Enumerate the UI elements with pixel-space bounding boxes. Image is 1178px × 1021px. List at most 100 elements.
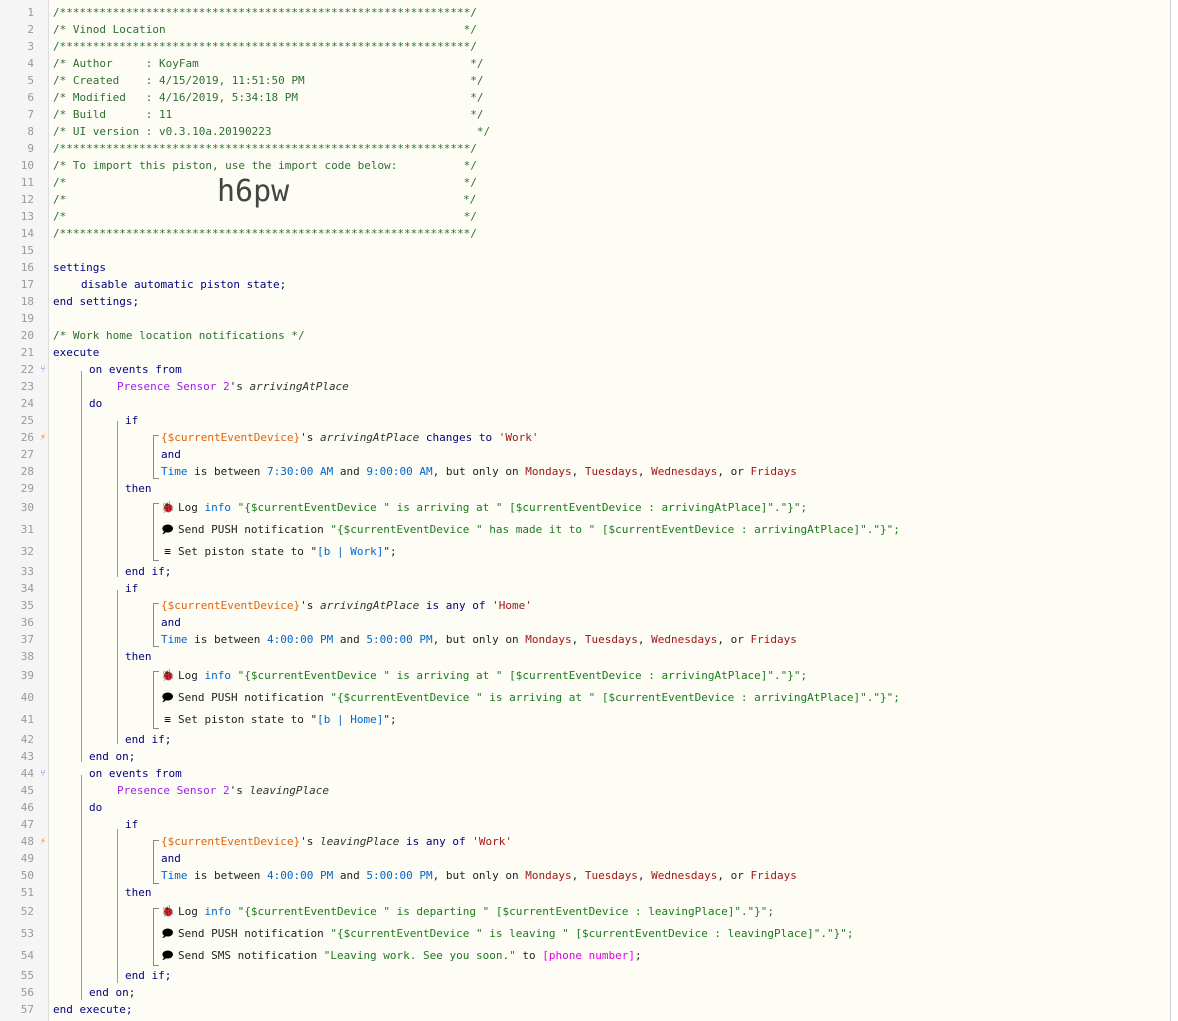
action-bracket (153, 908, 159, 966)
day-wednesday: Wednesdays (651, 633, 718, 646)
section-comment: /* Work home location notifications */ (53, 329, 305, 342)
code-line: 47 if (0, 816, 1170, 833)
time-label[interactable]: Time (161, 633, 188, 646)
line-number: 4 (27, 57, 34, 70)
code-line: 26 ⚡ {$currentEventDevice}'s arrivingAtPla… (0, 429, 1170, 446)
time-label[interactable]: Time (161, 869, 188, 882)
modified-comment: /* Modified : 4/16/2019, 5:34:18 PM */ (53, 91, 484, 104)
and-operator[interactable]: and (161, 850, 181, 867)
code-line: 21 execute (0, 344, 1170, 361)
day-tuesday: Tuesdays (584, 465, 638, 478)
line-number: 56 (20, 986, 34, 999)
and-operator[interactable]: and (161, 446, 181, 463)
line-number: 25 (20, 414, 34, 427)
and-operator[interactable]: and (161, 614, 181, 631)
set-state-statement[interactable]: Set piston state to " (178, 713, 317, 726)
on-events-keyword[interactable]: on events from (89, 361, 182, 378)
end-if-keyword: end if; (125, 969, 172, 982)
set-state-statement[interactable]: Set piston state to " (178, 545, 317, 558)
line-number: 27 (20, 448, 34, 461)
code-line: 54 🗩 Send SMS notification "Leaving work. … (0, 945, 1170, 967)
time-label[interactable]: Time (161, 465, 188, 478)
day-wednesday: Wednesdays (651, 869, 718, 882)
log-statement[interactable]: Log (178, 905, 205, 918)
push-statement[interactable]: Send PUSH notification (178, 691, 330, 704)
code-line: 17 disable automatic piston state; (0, 276, 1170, 293)
log-message: "{$currentEventDevice " is arriving at "… (237, 669, 808, 682)
line-number: 23 (20, 380, 34, 393)
code-line: 23 Presence Sensor 2's arrivingAtPlace (0, 378, 1170, 395)
code-line: 19 (0, 310, 1170, 327)
ui-version-comment: /* UI version : v0.3.10a.20190223 */ (53, 125, 491, 138)
then-keyword: then (125, 650, 152, 663)
condition-operator: is any of (399, 835, 473, 848)
execute-keyword[interactable]: execute (53, 344, 99, 361)
trigger-bolt-icon[interactable]: ⚡ (38, 429, 48, 446)
log-statement[interactable]: Log (178, 669, 205, 682)
nesting-guide (117, 590, 118, 744)
settings-keyword[interactable]: settings (53, 259, 106, 276)
header-comment: /***************************************… (53, 40, 477, 53)
header-comment: /***************************************… (53, 142, 477, 155)
code-line: 40 🗩 Send PUSH notification "{$currentEven… (0, 687, 1170, 709)
code-line: 34 if (0, 580, 1170, 597)
code-line: 39 🐞 Log info "{$currentEventDevice " is a… (0, 665, 1170, 687)
line-number: 38 (20, 650, 34, 663)
code-line: 44 ⑂ on events from (0, 765, 1170, 782)
code-line: 57 end execute; (0, 1001, 1170, 1018)
day-monday: Mondays (525, 869, 572, 882)
line-number: 20 (20, 329, 34, 342)
line-number: 40 (20, 691, 34, 704)
device-name[interactable]: Presence Sensor 2 (117, 380, 230, 393)
code-line: 6 /* Modified : 4/16/2019, 5:34:18 PM */ (0, 89, 1170, 106)
time-start: 7:30:00 AM (266, 465, 334, 478)
between-text: is between (187, 869, 267, 882)
condition-value: 'Home' (492, 599, 532, 612)
push-message: "{$currentEventDevice " is leaving " [$c… (330, 927, 854, 940)
header-comment: /* */ (53, 210, 477, 223)
code-line: 24 do (0, 395, 1170, 412)
if-keyword[interactable]: if (125, 580, 138, 597)
settings-statement[interactable]: disable automatic piston state; (81, 276, 286, 293)
header-comment: /***************************************… (53, 6, 477, 19)
message-icon: 🗩 (161, 949, 174, 962)
code-line: 13 /* */ (0, 208, 1170, 225)
line-number: 49 (20, 852, 34, 865)
current-event-device[interactable]: {$currentEventDevice} (161, 835, 300, 848)
branch-icon[interactable]: ⑂ (38, 765, 48, 782)
day-friday: Fridays (750, 869, 797, 882)
current-event-device[interactable]: {$currentEventDevice} (161, 431, 300, 444)
line-number: 35 (20, 599, 34, 612)
if-keyword[interactable]: if (125, 412, 138, 429)
condition-bracket (153, 435, 159, 479)
sep: , (637, 633, 652, 646)
trigger-bolt-icon[interactable]: ⚡ (38, 833, 48, 850)
push-statement[interactable]: Send PUSH notification (178, 927, 330, 940)
branch-icon[interactable]: ⑂ (38, 361, 48, 378)
log-statement[interactable]: Log (178, 501, 205, 514)
time-end: 5:00:00 PM (366, 869, 433, 882)
import-code[interactable]: h6pw (217, 177, 289, 207)
on-events-keyword[interactable]: on events from (89, 765, 182, 782)
line-number: 53 (20, 927, 34, 940)
do-keyword: do (89, 801, 103, 814)
log-message: "{$currentEventDevice " is departing " [… (237, 905, 775, 918)
bug-icon: 🐞 (161, 669, 175, 682)
code-line: 27 and (0, 446, 1170, 463)
nesting-guide (117, 421, 118, 577)
code-line: 2 /* Vinod Location */ (0, 21, 1170, 38)
current-event-device[interactable]: {$currentEventDevice} (161, 599, 300, 612)
condition-bracket (153, 840, 159, 884)
if-keyword[interactable]: if (125, 816, 138, 833)
piston-name-comment: /* Vinod Location */ (53, 23, 477, 36)
but-only-text: , but only on (432, 465, 526, 478)
line-number: 39 (20, 669, 34, 682)
created-comment: /* Created : 4/15/2019, 11:51:50 PM */ (53, 74, 484, 87)
line-number: 8 (27, 125, 34, 138)
sms-statement[interactable]: Send SMS notification (178, 949, 324, 962)
sep: , (571, 633, 585, 646)
push-statement[interactable]: Send PUSH notification (178, 523, 330, 536)
code-line: 8 /* UI version : v0.3.10a.20190223 */ (0, 123, 1170, 140)
then-keyword: then (125, 886, 152, 899)
device-name[interactable]: Presence Sensor 2 (117, 784, 230, 797)
